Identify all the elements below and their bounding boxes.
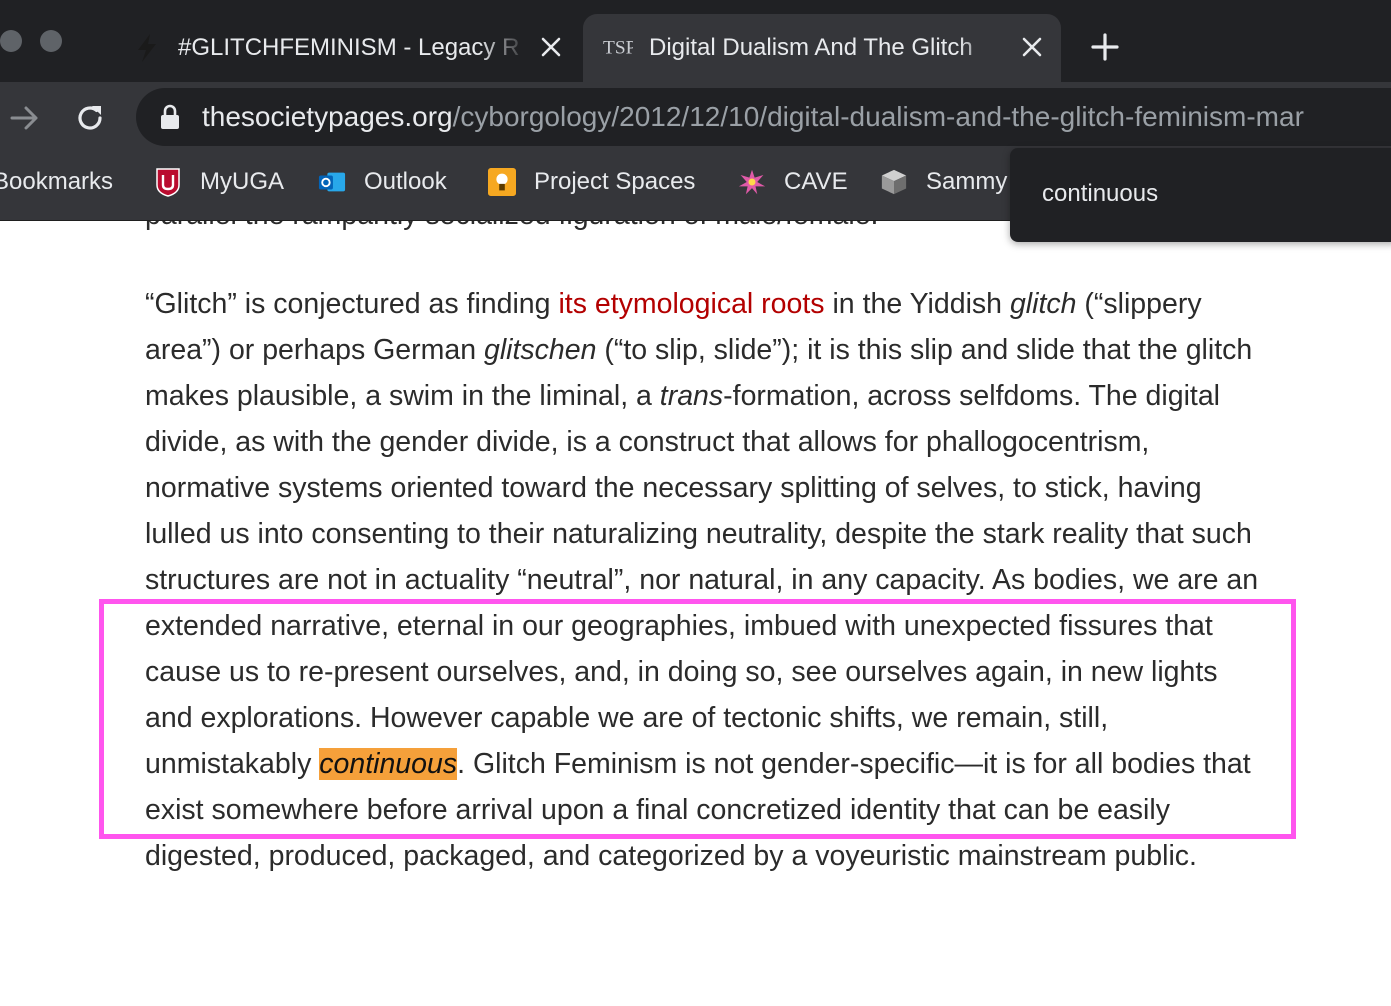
tab-glitchfeminism[interactable]: #GLITCHFEMINISM - Legacy R bbox=[118, 14, 580, 82]
url-path: /cyborgology/2012/12/10/digital-dualism-… bbox=[452, 101, 1304, 132]
tab-title: #GLITCHFEMINISM - Legacy R bbox=[178, 34, 520, 61]
bolt-icon bbox=[132, 33, 162, 63]
text-run: in the Yiddish bbox=[824, 288, 1010, 320]
bookmark-sammy[interactable]: Sammy bbox=[880, 154, 1007, 210]
tab-title: Digital Dualism And The Glitch bbox=[649, 34, 973, 61]
tsp-favicon: TSP bbox=[603, 33, 633, 63]
outlook-icon bbox=[318, 168, 346, 196]
bookmark-label: Bookmarks bbox=[0, 168, 114, 195]
close-tab-icon[interactable] bbox=[540, 36, 562, 58]
tab-digital-dualism[interactable]: TSP Digital Dualism And The Glitch bbox=[583, 14, 1061, 82]
close-tab-icon[interactable] bbox=[1021, 36, 1043, 58]
cave-icon bbox=[738, 168, 766, 196]
browser-toolbar: thesocietypages.org/cyborgology/2012/12/… bbox=[0, 82, 1391, 154]
bookmark-label: Outlook bbox=[364, 168, 447, 195]
forward-arrow-icon[interactable] bbox=[6, 100, 42, 136]
previous-paragraph-line: parallel the rampantly socialized figura… bbox=[145, 221, 878, 232]
uga-shield-icon bbox=[154, 168, 182, 197]
bookmark-label: CAVE bbox=[784, 168, 848, 195]
bookmark-folder[interactable]: Bookmarks bbox=[0, 154, 113, 210]
tooltip-text: continuous bbox=[1042, 180, 1159, 207]
bookmark-myuga[interactable]: MyUGA bbox=[154, 154, 284, 210]
text-run: “Glitch” is conjectured as finding bbox=[145, 288, 559, 320]
lock-icon[interactable] bbox=[160, 104, 180, 130]
emphasis-glitschen: glitschen bbox=[483, 334, 597, 366]
window-control-dot[interactable] bbox=[40, 30, 62, 52]
tooltip: continuous bbox=[1010, 148, 1391, 242]
tsp-favicon-text: TSP bbox=[603, 37, 633, 58]
url-host: thesocietypages.org bbox=[202, 101, 453, 132]
page-content: parallel the rampantly socialized figura… bbox=[0, 221, 1391, 1006]
bookmark-label: Sammy bbox=[926, 168, 1008, 195]
new-tab-icon[interactable] bbox=[1088, 30, 1122, 64]
bookmark-label: Project Spaces bbox=[534, 168, 696, 195]
bookmark-label: MyUGA bbox=[200, 168, 284, 195]
bookmark-cave[interactable]: CAVE bbox=[738, 154, 848, 210]
emphasis-trans: trans bbox=[659, 380, 724, 412]
bookmark-project-spaces[interactable]: Project Spaces bbox=[488, 154, 695, 210]
project-spaces-icon bbox=[488, 168, 516, 196]
cube-icon bbox=[880, 168, 908, 196]
etymology-link[interactable]: its etymological roots bbox=[558, 288, 824, 320]
annotation-highlight-box bbox=[99, 599, 1296, 839]
tab-strip: #GLITCHFEMINISM - Legacy R TSP Digital D… bbox=[0, 0, 1391, 82]
bookmark-outlook[interactable]: Outlook bbox=[318, 154, 447, 210]
emphasis-glitch: glitch bbox=[1009, 288, 1077, 320]
address-bar[interactable]: thesocietypages.org/cyborgology/2012/12/… bbox=[136, 88, 1391, 146]
window-control-dot[interactable] bbox=[0, 30, 22, 52]
reload-icon[interactable] bbox=[72, 100, 108, 136]
